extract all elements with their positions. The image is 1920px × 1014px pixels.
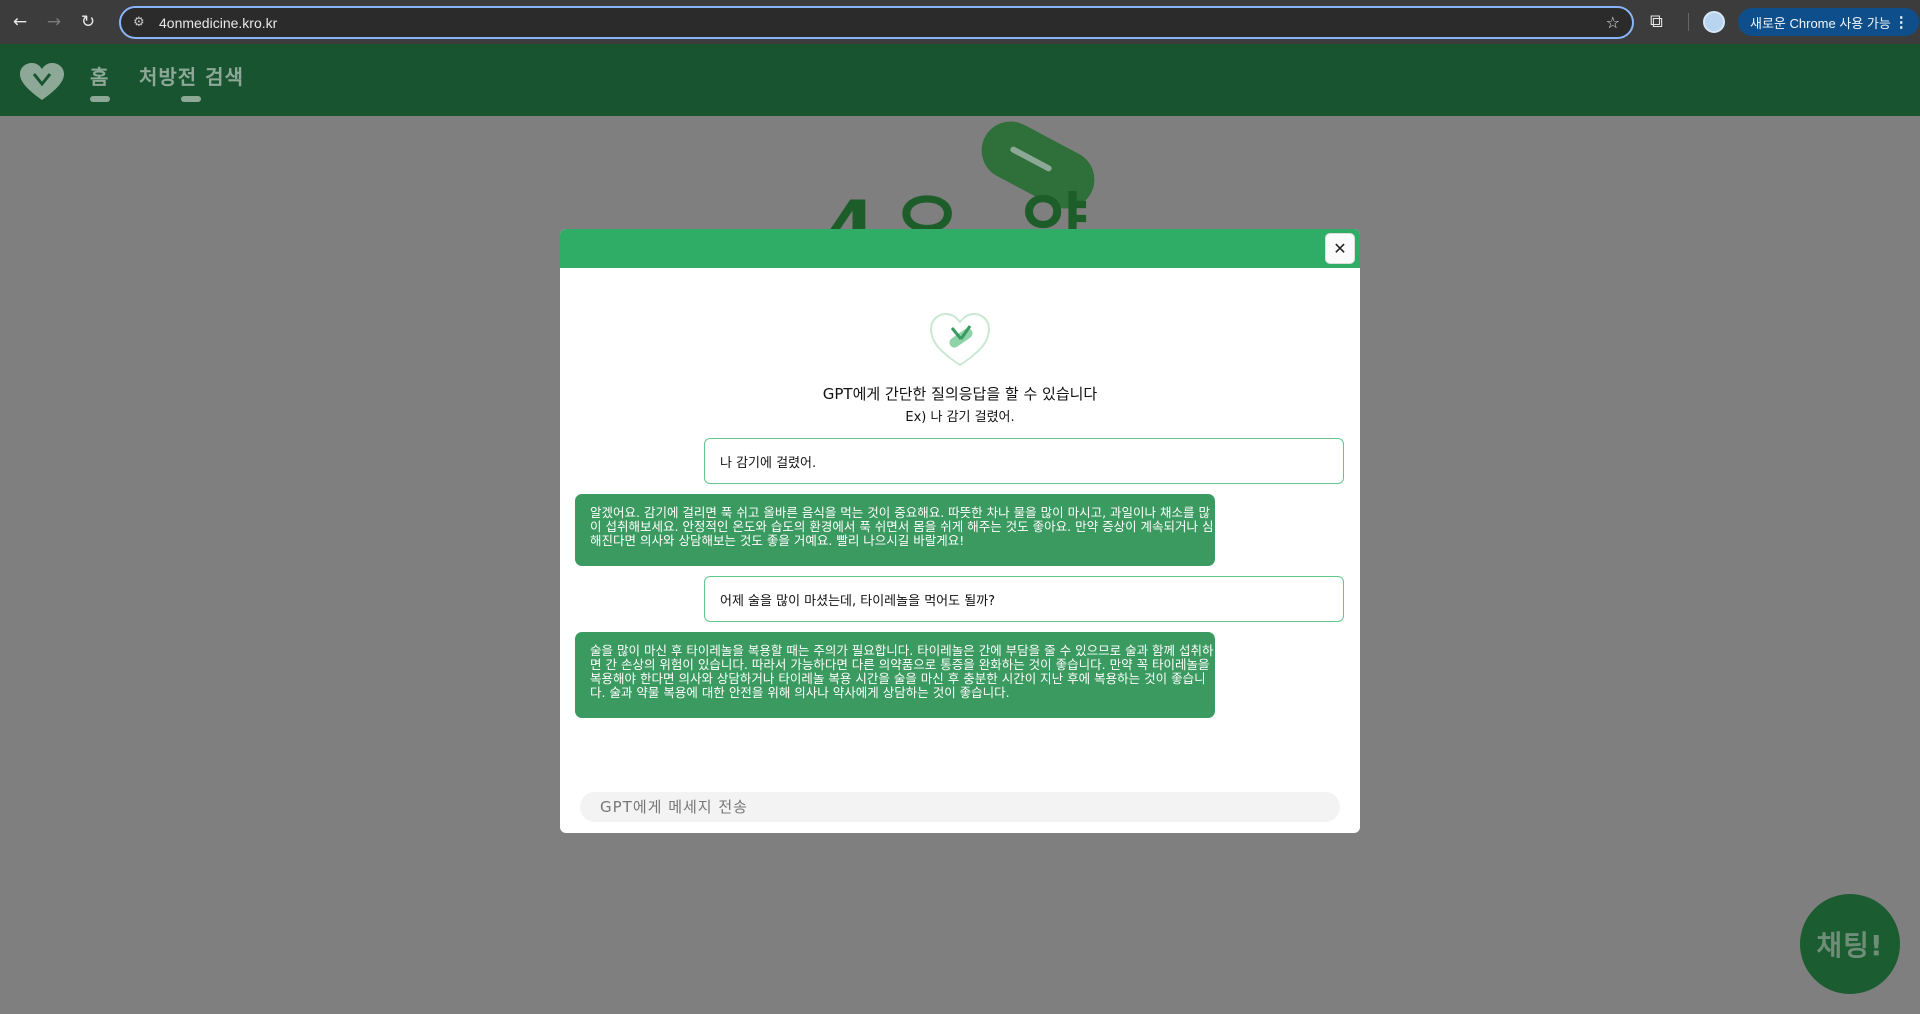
site-header: 홈 처방전 검색 bbox=[0, 44, 1920, 116]
user-message: 어제 술을 많이 마셨는데, 타이레놀을 먹어도 될까? bbox=[704, 576, 1344, 622]
close-button[interactable]: ✕ bbox=[1325, 233, 1355, 264]
url-text[interactable]: 4onmedicine.kro.kr bbox=[159, 15, 277, 31]
nav-prescription-search-label: 처방전 검색 bbox=[139, 65, 244, 89]
chat-message-input[interactable] bbox=[580, 792, 1340, 822]
chat-modal: ✕ GPT에게 간단한 질의응답을 할 수 있습니다 Ex) 나 감기 걸렸어.… bbox=[560, 229, 1360, 833]
bookmark-star-icon[interactable]: ☆ bbox=[1606, 13, 1620, 32]
nav-home[interactable]: 홈 bbox=[90, 61, 110, 102]
toolbar-divider bbox=[1688, 13, 1689, 31]
nav-home-indicator bbox=[90, 96, 110, 102]
menu-icon[interactable]: ⋮ bbox=[1894, 13, 1909, 31]
modal-header: ✕ bbox=[560, 229, 1360, 268]
profile-avatar[interactable] bbox=[1703, 11, 1725, 33]
forward-icon[interactable]: → bbox=[40, 8, 68, 36]
extensions-icon[interactable]: ⧉ bbox=[1650, 11, 1663, 32]
modal-example: Ex) 나 감기 걸렸어. bbox=[905, 410, 1015, 425]
nav-prescription-search[interactable]: 처방전 검색 bbox=[139, 61, 244, 102]
nav-prescription-indicator bbox=[181, 96, 202, 102]
modal-title: GPT에게 간단한 질의응답을 할 수 있습니다 bbox=[822, 385, 1098, 403]
chrome-update-label: 새로운 Chrome 사용 가능 bbox=[1750, 15, 1891, 31]
hero-logo: 4오 약 bbox=[790, 111, 1110, 269]
user-message: 나 감기에 걸렸어. bbox=[704, 438, 1344, 484]
site-info-icon[interactable]: ⚙ bbox=[133, 15, 153, 30]
chat-fab-button[interactable]: 채팅! bbox=[1800, 894, 1900, 994]
nav-home-label: 홈 bbox=[90, 65, 110, 89]
back-icon[interactable]: ← bbox=[6, 8, 34, 36]
reload-icon[interactable]: ↻ bbox=[74, 8, 102, 36]
assistant-message: 알겠어요. 감기에 걸리면 푹 쉬고 올바른 음식을 먹는 것이 중요해요. 따… bbox=[575, 494, 1215, 566]
heart-pill-icon bbox=[929, 312, 991, 367]
heart-pill-logo-icon[interactable] bbox=[18, 62, 66, 102]
browser-toolbar: ← → ↻ ⚙ 4onmedicine.kro.kr ☆ ⧉ 새로운 Chrom… bbox=[0, 0, 1920, 44]
address-bar[interactable]: ⚙ 4onmedicine.kro.kr ☆ bbox=[119, 6, 1634, 39]
chrome-update-button[interactable]: 새로운 Chrome 사용 가능 ⋮ bbox=[1738, 8, 1919, 36]
assistant-message: 술을 많이 마신 후 타이레놀을 복용할 때는 주의가 필요합니다. 타이레놀은… bbox=[575, 632, 1215, 718]
